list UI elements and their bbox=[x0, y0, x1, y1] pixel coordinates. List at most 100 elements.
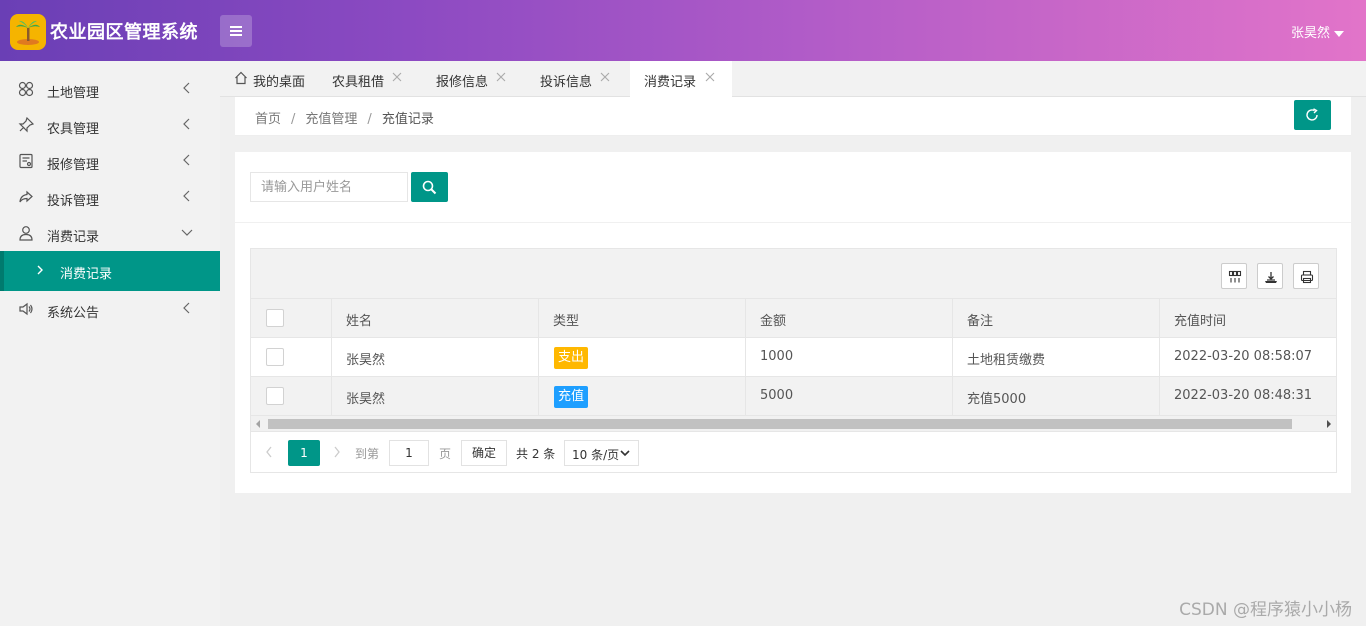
cell-time: 2022-03-20 08:48:31 bbox=[1174, 388, 1313, 403]
cell-name: 张昊然 bbox=[332, 338, 539, 377]
goto-confirm-button[interactable]: 确定 bbox=[461, 440, 507, 466]
sidebar: 土地管理 农具管理 报修管理 投诉管理 消费记录 消费记录 系统公告 bbox=[0, 61, 220, 626]
table-header-row: 姓名 类型 金额 备注 充值时间 bbox=[251, 299, 1336, 338]
tab-label: 我的桌面 bbox=[253, 75, 306, 90]
sidebar-item-label: 消费记录 bbox=[47, 230, 100, 245]
data-table: 姓名 类型 金额 备注 充值时间 张昊然 支出 1000 土地租赁缴费 2022… bbox=[250, 248, 1337, 473]
sidebar-subitem-label: 消费记录 bbox=[60, 267, 113, 282]
tab-tool-rental[interactable]: 农具租借 bbox=[315, 61, 419, 97]
cell-type: 充值 bbox=[539, 377, 746, 416]
table-row[interactable]: 张昊然 充值 5000 充值5000 2022-03-20 08:48:31 bbox=[251, 377, 1336, 416]
pagination: 1 到第 页 确定 共 2 条 10 条/页 bbox=[251, 433, 1336, 473]
chevron-left-icon bbox=[183, 190, 190, 202]
sidebar-item-label: 投诉管理 bbox=[47, 194, 100, 209]
goto-label: 到第 bbox=[355, 447, 380, 461]
search-input[interactable] bbox=[250, 172, 408, 202]
cell-type: 支出 bbox=[539, 338, 746, 377]
print-icon bbox=[1300, 270, 1314, 284]
column-header-time[interactable]: 充值时间 bbox=[1160, 299, 1336, 338]
app-title: 农业园区管理系统 bbox=[50, 22, 198, 43]
user-menu[interactable]: 张昊然 bbox=[1291, 22, 1344, 41]
column-header-amount[interactable]: 金额 bbox=[746, 299, 953, 338]
row-checkbox[interactable] bbox=[266, 387, 284, 405]
row-checkbox-cell bbox=[251, 377, 332, 416]
breadcrumb-home[interactable]: 首页 bbox=[255, 112, 281, 127]
cell-amount: 5000 bbox=[746, 377, 953, 416]
sidebar-item-tools[interactable]: 农具管理 bbox=[0, 107, 220, 143]
close-icon[interactable] bbox=[495, 71, 507, 83]
next-page-icon[interactable] bbox=[333, 446, 341, 458]
type-badge: 支出 bbox=[554, 347, 589, 369]
sidebar-item-label: 农具管理 bbox=[47, 122, 100, 137]
tab-label: 投诉信息 bbox=[540, 75, 593, 90]
home-icon bbox=[235, 71, 247, 85]
print-button[interactable] bbox=[1293, 263, 1319, 289]
chevron-left-icon bbox=[183, 82, 190, 94]
scroll-right-arrow-icon[interactable] bbox=[1327, 420, 1331, 428]
tab-bar: 我的桌面 农具租借 报修信息 投诉信息 消费记录 bbox=[220, 61, 1366, 98]
close-icon[interactable] bbox=[391, 71, 403, 83]
sidebar-item-label: 系统公告 bbox=[47, 306, 100, 321]
tab-label: 农具租借 bbox=[332, 75, 385, 90]
scrollbar-thumb[interactable] bbox=[268, 419, 1292, 429]
speaker-icon bbox=[19, 302, 33, 316]
row-checkbox[interactable] bbox=[266, 348, 284, 366]
prev-page-icon[interactable] bbox=[265, 446, 273, 458]
menu-toggle-button[interactable] bbox=[220, 15, 252, 47]
header-checkbox-cell bbox=[251, 299, 332, 338]
search-button[interactable] bbox=[411, 172, 448, 202]
sidebar-subitem-consumption-records[interactable]: 消费记录 bbox=[0, 251, 220, 291]
divider bbox=[235, 222, 1351, 223]
page-size-select[interactable]: 10 条/页 bbox=[564, 440, 639, 466]
sidebar-item-repair[interactable]: 报修管理 bbox=[0, 143, 220, 179]
export-icon bbox=[1265, 272, 1277, 283]
tab-consumption-records[interactable]: 消费记录 bbox=[630, 61, 732, 98]
sidebar-item-land[interactable]: 土地管理 bbox=[0, 71, 220, 107]
column-header-type[interactable]: 类型 bbox=[539, 299, 746, 338]
columns-filter-button[interactable] bbox=[1221, 263, 1247, 289]
horizontal-scrollbar[interactable] bbox=[251, 416, 1336, 432]
goto-page-input[interactable] bbox=[389, 440, 429, 466]
user-icon bbox=[19, 226, 33, 241]
sidebar-item-consumption[interactable]: 消费记录 bbox=[0, 215, 220, 251]
breadcrumb-recharge-management[interactable]: 充值管理 bbox=[305, 112, 357, 127]
breadcrumb-separator: / bbox=[367, 112, 372, 127]
breadcrumb-separator: / bbox=[291, 112, 296, 127]
tab-complaint-info[interactable]: 投诉信息 bbox=[523, 61, 627, 97]
table-row[interactable]: 张昊然 支出 1000 土地租赁缴费 2022-03-20 08:58:07 bbox=[251, 338, 1336, 377]
page-unit-label: 页 bbox=[439, 447, 452, 461]
total-count: 共 2 条 bbox=[516, 447, 556, 461]
export-button[interactable] bbox=[1257, 263, 1283, 289]
tab-label: 报修信息 bbox=[436, 75, 489, 90]
sidebar-item-announcement[interactable]: 系统公告 bbox=[0, 291, 220, 327]
select-all-checkbox[interactable] bbox=[266, 309, 284, 327]
tab-home[interactable]: 我的桌面 bbox=[220, 61, 315, 97]
column-header-name[interactable]: 姓名 bbox=[332, 299, 539, 338]
caret-down-icon bbox=[1334, 30, 1344, 37]
cell-time: 2022-03-20 08:58:07 bbox=[1174, 349, 1313, 364]
pin-icon bbox=[18, 117, 34, 133]
refresh-icon bbox=[1306, 108, 1318, 121]
scroll-left-arrow-icon[interactable] bbox=[256, 420, 260, 428]
tab-repair-info[interactable]: 报修信息 bbox=[419, 61, 523, 97]
chevron-right-icon bbox=[37, 265, 43, 275]
column-header-remark[interactable]: 备注 bbox=[953, 299, 1160, 338]
sidebar-item-label: 报修管理 bbox=[47, 158, 100, 173]
chevron-left-icon bbox=[183, 302, 190, 314]
breadcrumb-bar: 首页 / 充值管理 / 充值记录 bbox=[235, 97, 1351, 136]
close-icon[interactable] bbox=[704, 71, 716, 83]
type-badge: 充值 bbox=[554, 386, 589, 408]
sidebar-item-complaint[interactable]: 投诉管理 bbox=[0, 179, 220, 215]
close-icon[interactable] bbox=[599, 71, 611, 83]
refresh-button[interactable] bbox=[1294, 100, 1331, 130]
cell-amount: 1000 bbox=[746, 338, 953, 377]
page-number-current[interactable]: 1 bbox=[288, 440, 320, 466]
grid-clover-icon bbox=[18, 81, 34, 97]
cell-remark: 充值5000 bbox=[953, 377, 1160, 416]
page-size-value: 10 条/页 bbox=[572, 448, 620, 462]
main-card: 姓名 类型 金额 备注 充值时间 张昊然 支出 1000 土地租赁缴费 2022… bbox=[235, 152, 1351, 493]
row-checkbox-cell bbox=[251, 338, 332, 377]
table-toolbar bbox=[251, 249, 1336, 299]
cell-name: 张昊然 bbox=[332, 377, 539, 416]
share-arrow-icon bbox=[19, 190, 33, 203]
